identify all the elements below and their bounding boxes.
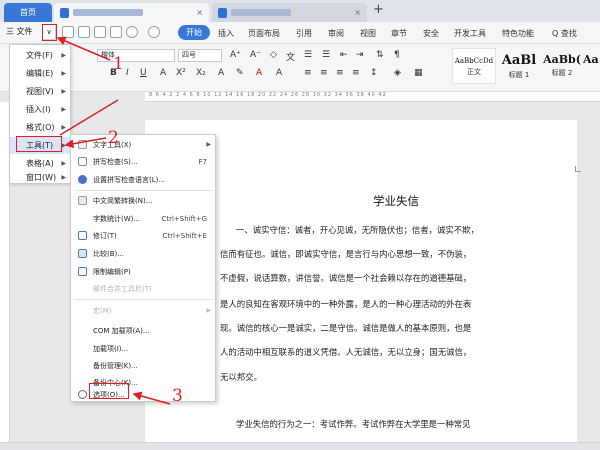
arrow-step-3 [132,391,171,405]
arrow-step-2-tail [59,99,119,136]
arrow-step-2 [64,137,107,149]
annotation-arrows [56,36,171,405]
arrow-step-1 [56,36,111,61]
